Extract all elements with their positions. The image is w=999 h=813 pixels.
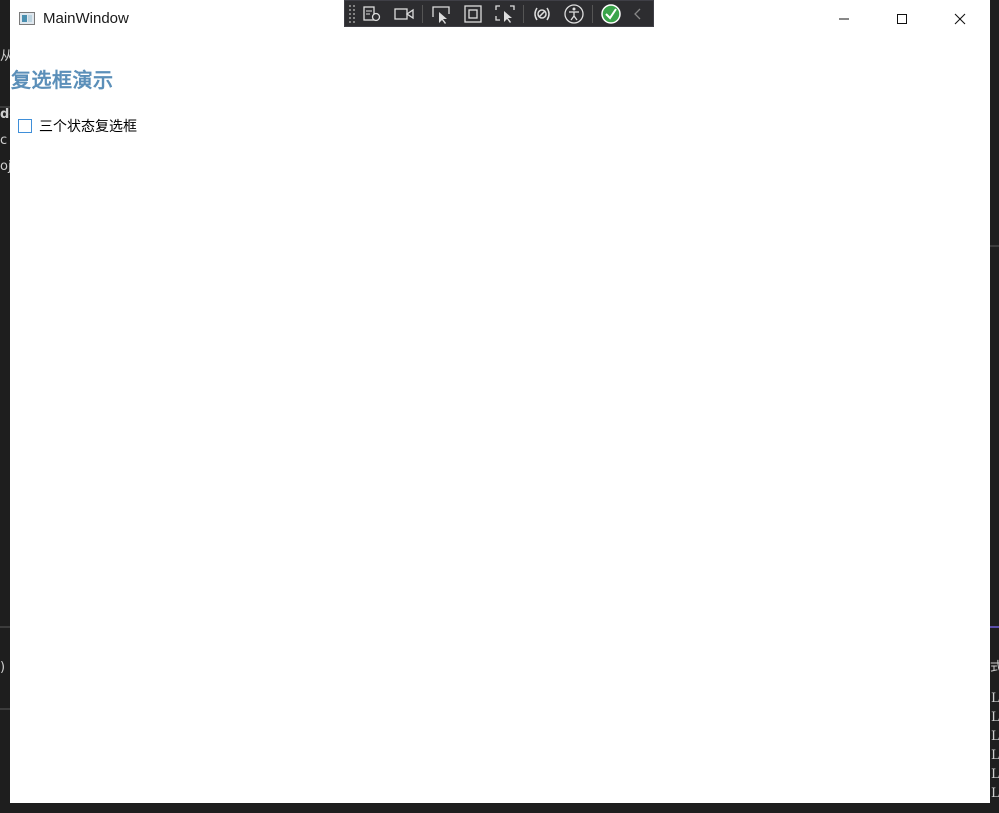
window-title: MainWindow bbox=[43, 10, 129, 27]
toolbar-grip-handle[interactable] bbox=[348, 3, 356, 24]
track-focus-button[interactable] bbox=[489, 0, 521, 27]
page-title: 复选框演示 bbox=[11, 68, 114, 92]
minimize-button[interactable] bbox=[815, 0, 873, 38]
bg-divider bbox=[990, 245, 999, 247]
bg-fragment: L bbox=[991, 748, 999, 763]
binding-failures-icon bbox=[534, 7, 550, 20]
bg-fragment: L bbox=[991, 767, 999, 782]
track-focus-icon bbox=[495, 4, 515, 23]
live-visual-tree-button[interactable] bbox=[356, 0, 388, 27]
toolbar-separator bbox=[592, 4, 593, 23]
display-layout-adorners-button[interactable] bbox=[457, 0, 489, 27]
runtime-tools-toolbar bbox=[344, 0, 654, 27]
checkbox-box[interactable] bbox=[18, 119, 32, 133]
bg-fragment: L bbox=[991, 786, 999, 801]
bg-accent-line bbox=[990, 626, 999, 628]
record-icon bbox=[394, 7, 414, 20]
checkbox-label[interactable]: 三个状态复选框 bbox=[39, 116, 137, 136]
main-window: MainWindow 复选框演示 三个状态复选框 bbox=[10, 0, 990, 803]
accessibility-icon bbox=[564, 3, 584, 24]
bg-fragment: L bbox=[991, 729, 999, 744]
bg-fragment: L bbox=[991, 710, 999, 725]
bg-fragment: ) bbox=[0, 660, 6, 675]
binding-failures-button[interactable] bbox=[526, 0, 558, 27]
maximize-button[interactable] bbox=[873, 0, 931, 38]
bg-divider bbox=[0, 106, 10, 108]
three-state-checkbox[interactable]: 三个状态复选框 bbox=[18, 116, 137, 136]
hot-reload-ok-icon bbox=[601, 3, 621, 24]
toolbar-separator bbox=[523, 4, 524, 23]
close-icon bbox=[954, 13, 966, 25]
accessibility-button[interactable] bbox=[558, 0, 590, 27]
hot-reload-status-button[interactable] bbox=[595, 0, 627, 27]
live-visual-tree-icon bbox=[363, 5, 381, 21]
bg-fragment: 式 bbox=[990, 660, 999, 675]
record-button[interactable] bbox=[388, 0, 420, 27]
close-button[interactable] bbox=[931, 0, 989, 38]
bg-fragment: L bbox=[991, 691, 999, 706]
display-layout-adorners-icon bbox=[464, 4, 482, 23]
maximize-icon bbox=[897, 14, 907, 24]
window-app-icon[interactable] bbox=[19, 12, 35, 25]
collapse-toolbar-button[interactable] bbox=[627, 0, 649, 27]
bg-fragment: c bbox=[0, 133, 8, 148]
bg-divider bbox=[0, 626, 10, 628]
select-element-button[interactable] bbox=[425, 0, 457, 27]
toolbar-separator bbox=[422, 4, 423, 23]
bg-divider bbox=[0, 708, 10, 710]
minimize-icon bbox=[839, 18, 849, 20]
select-element-icon bbox=[432, 5, 450, 24]
collapse-chevron-icon bbox=[634, 8, 641, 19]
